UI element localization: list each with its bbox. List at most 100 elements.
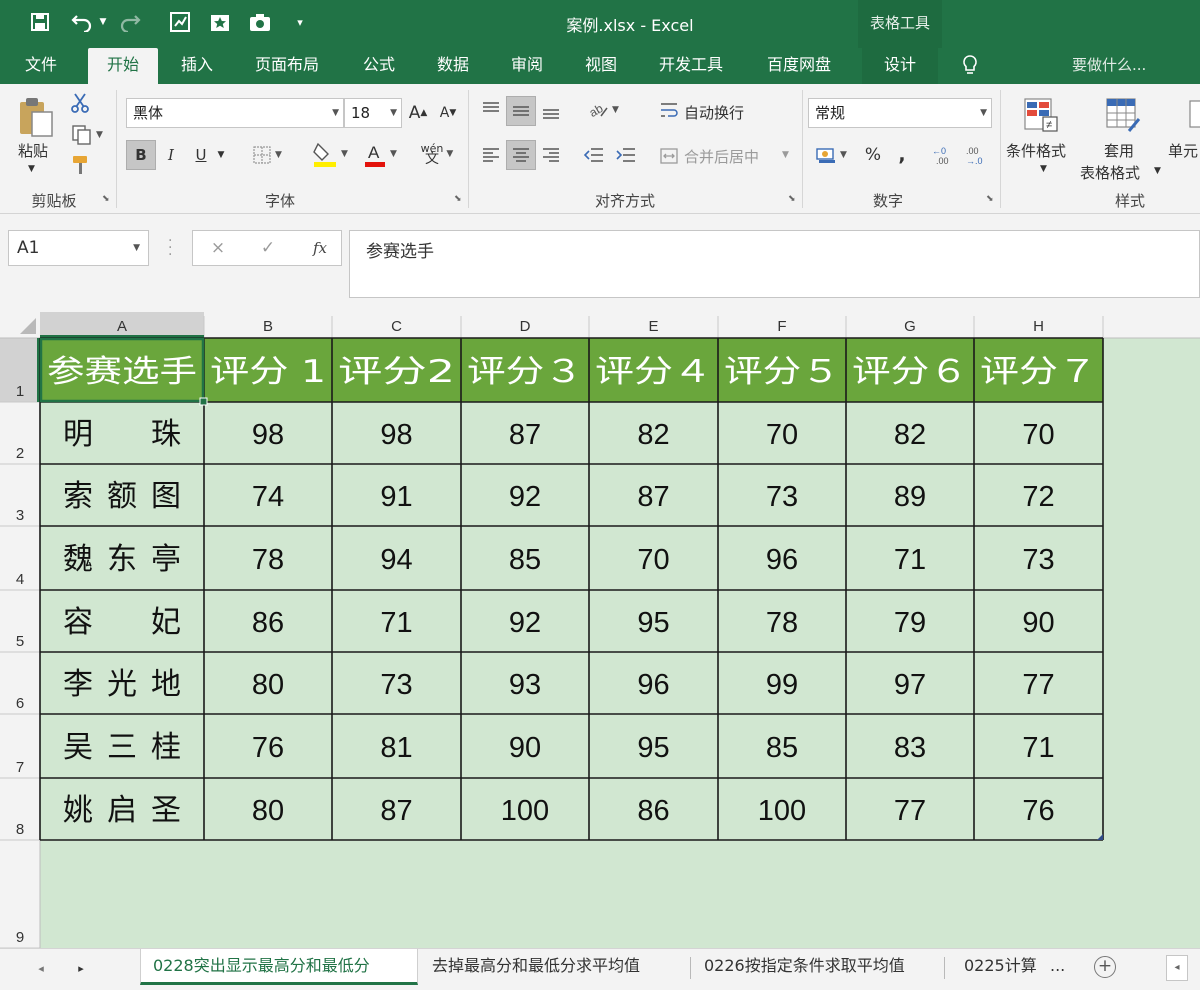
score-cell-G2[interactable]: 82 <box>894 419 926 451</box>
score-cell-F3[interactable]: 73 <box>766 481 798 513</box>
score-cell-F7[interactable]: 85 <box>766 732 798 764</box>
tab-view[interactable]: 视图 <box>568 48 634 84</box>
score-cell-C2[interactable]: 98 <box>380 419 412 451</box>
tab-design[interactable]: 设计 <box>862 48 938 84</box>
score-cell-C4[interactable]: 94 <box>380 544 412 576</box>
format-as-table-label-2[interactable]: 表格格式 <box>1080 162 1140 183</box>
score-cell-E5[interactable]: 95 <box>637 607 669 639</box>
score-cell-C8[interactable]: 87 <box>380 795 412 827</box>
header-cell-E[interactable]: 评分４ <box>595 354 712 390</box>
orientation-icon[interactable]: ab ▼ <box>580 96 626 124</box>
format-as-table-label-1[interactable]: 套用 <box>1104 140 1134 161</box>
cut-icon[interactable] <box>66 90 94 116</box>
cancel-icon[interactable]: × <box>203 231 233 265</box>
formula-input[interactable]: 参赛选手 <box>349 230 1200 298</box>
score-cell-G8[interactable]: 77 <box>894 795 926 827</box>
column-header-B[interactable]: B <box>263 318 273 335</box>
score-cell-B6[interactable]: 80 <box>252 669 284 701</box>
column-header-A[interactable]: A <box>117 318 127 335</box>
score-cell-H3[interactable]: 72 <box>1022 481 1054 513</box>
score-cell-D7[interactable]: 90 <box>509 732 541 764</box>
italic-button[interactable]: I <box>158 140 184 170</box>
score-cell-G3[interactable]: 89 <box>894 481 926 513</box>
score-cell-H7[interactable]: 71 <box>1022 732 1054 764</box>
column-header-H[interactable]: H <box>1033 318 1044 335</box>
score-cell-E4[interactable]: 70 <box>637 544 669 576</box>
header-cell-G[interactable]: 评分６ <box>852 354 968 390</box>
increase-font-icon[interactable]: A ▲ <box>406 100 430 126</box>
tab-baidu-netdisk[interactable]: 百度网盘 <box>752 48 846 84</box>
sheet-tab-remove-max-min[interactable]: 去掉最高分和最低分求平均值 <box>420 949 690 985</box>
row-header-4[interactable]: 4 <box>16 571 24 588</box>
copy-icon[interactable]: ▼ <box>66 122 108 148</box>
score-cell-H5[interactable]: 90 <box>1022 607 1054 639</box>
score-cell-G6[interactable]: 97 <box>894 669 926 701</box>
worksheet-svg[interactable]: A B C D E F G H123456789参赛选手 评分 1 评分2 评分３ 评分４ 评分５ 评分６… <box>0 312 1200 948</box>
score-cell-D3[interactable]: 92 <box>509 481 541 513</box>
score-cell-F8[interactable]: 100 <box>758 795 806 827</box>
tab-file[interactable]: 文件 <box>8 48 74 84</box>
bold-button[interactable]: B <box>126 140 156 170</box>
score-cell-H6[interactable]: 77 <box>1022 669 1054 701</box>
tab-page-layout[interactable]: 页面布局 <box>244 48 330 84</box>
name-cell-row-5[interactable]: 容 妃 <box>63 605 181 640</box>
score-cell-E8[interactable]: 86 <box>637 795 669 827</box>
cell-styles-icon[interactable] <box>1186 92 1200 138</box>
row-header-8[interactable]: 8 <box>16 821 24 838</box>
clipboard-launcher-icon[interactable]: ⬊ <box>102 194 112 204</box>
score-cell-D2[interactable]: 87 <box>509 419 541 451</box>
score-cell-B5[interactable]: 86 <box>252 607 284 639</box>
sheet-scroll-left-icon[interactable]: ◂ <box>30 957 52 981</box>
score-cell-D8[interactable]: 100 <box>501 795 549 827</box>
resize-handle-icon[interactable]: · · · <box>168 234 172 262</box>
align-middle-icon[interactable] <box>506 96 536 126</box>
name-cell-row-8[interactable]: 姚启圣 <box>63 793 181 828</box>
align-left-icon[interactable] <box>478 140 504 170</box>
format-as-table-dropdown-icon[interactable]: ▼ <box>1154 166 1161 176</box>
horizontal-scroll-left-icon[interactable]: ◂ <box>1166 955 1188 981</box>
score-cell-B3[interactable]: 74 <box>252 481 284 513</box>
sheet-tab-0228[interactable]: 0228突出显示最高分和最低分 <box>140 949 418 985</box>
sheet-tab-0226[interactable]: 0226按指定条件求取平均值 <box>692 949 942 985</box>
worksheet-grid[interactable]: A B C D E F G H 1 2 3 4 5 6 7 8 9 参赛选手 评分 1 评分2 评分３ 评分４ 评分５ 评分６… <box>0 312 1200 948</box>
row-header-1[interactable]: 1 <box>16 383 24 400</box>
wrap-text-button[interactable]: 自动换行 <box>684 102 744 123</box>
row-header-5[interactable]: 5 <box>16 633 24 650</box>
name-cell-row-4[interactable]: 魏东亭 <box>63 542 181 577</box>
form-icon[interactable] <box>166 8 194 36</box>
column-header-E[interactable]: E <box>648 318 658 335</box>
align-center-icon[interactable] <box>506 140 536 170</box>
increase-indent-icon[interactable] <box>612 140 640 170</box>
name-box[interactable]: A1 ▼ <box>8 230 149 266</box>
name-cell-row-6[interactable]: 李光地 <box>63 667 181 702</box>
paste-button[interactable]: 粘贴 <box>18 140 48 161</box>
score-cell-E7[interactable]: 95 <box>637 732 669 764</box>
merge-dropdown-icon[interactable]: ▼ <box>782 150 789 160</box>
header-cell-A[interactable]: 参赛选手 <box>47 354 197 390</box>
header-cell-C[interactable]: 评分2 <box>338 354 455 390</box>
align-top-icon[interactable] <box>478 96 504 124</box>
tab-developer[interactable]: 开发工具 <box>646 48 736 84</box>
underline-dropdown-icon[interactable]: ▼ <box>214 140 228 170</box>
score-cell-G7[interactable]: 83 <box>894 732 926 764</box>
row-header-2[interactable]: 2 <box>16 445 24 462</box>
score-cell-D4[interactable]: 85 <box>509 544 541 576</box>
tell-me-search[interactable]: 要做什么... <box>1072 48 1146 84</box>
score-cell-B8[interactable]: 80 <box>252 795 284 827</box>
score-cell-F4[interactable]: 96 <box>766 544 798 576</box>
score-cell-F2[interactable]: 70 <box>766 419 798 451</box>
score-cell-B7[interactable]: 76 <box>252 732 284 764</box>
score-cell-C5[interactable]: 71 <box>380 607 412 639</box>
customize-icon[interactable]: ▾ <box>286 8 314 36</box>
format-as-table-icon[interactable] <box>1100 92 1146 138</box>
score-cell-H4[interactable]: 73 <box>1022 544 1054 576</box>
score-cell-F6[interactable]: 99 <box>766 669 798 701</box>
row-header-3[interactable]: 3 <box>16 507 24 524</box>
score-cell-G4[interactable]: 71 <box>894 544 926 576</box>
score-cell-E2[interactable]: 82 <box>637 419 669 451</box>
cell-styles-button[interactable]: 单元 <box>1168 140 1198 161</box>
save-icon[interactable] <box>26 8 54 36</box>
insert-function-icon[interactable]: fx <box>305 231 335 265</box>
format-painter-icon[interactable] <box>66 152 94 178</box>
conditional-dropdown-icon[interactable]: ▼ <box>1040 164 1047 174</box>
